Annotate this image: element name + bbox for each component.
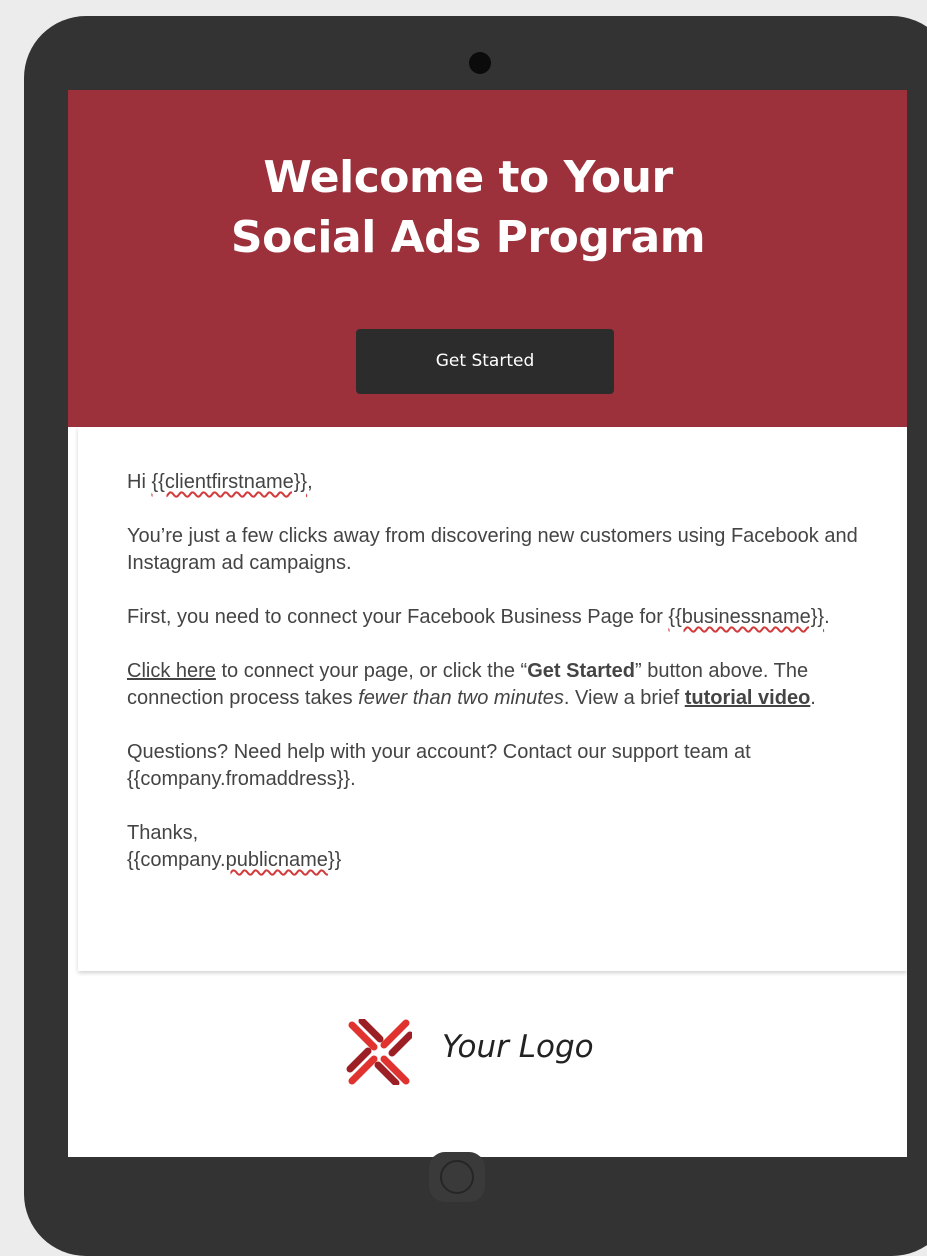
support-paragraph: Questions? Need help with your account? … (127, 741, 751, 790)
signoff: Thanks, {{company.publicname}} (127, 822, 342, 871)
tablet-frame: Welcome to Your Social Ads Program Get S… (24, 16, 927, 1256)
company-public-name-variable: publicname (225, 849, 328, 871)
click-here-link[interactable]: Click here (127, 660, 216, 682)
instructions-paragraph: Click here to connect your page, or clic… (127, 660, 816, 709)
home-ring-icon (440, 1160, 474, 1194)
email-screen: Welcome to Your Social Ads Program Get S… (68, 90, 907, 1157)
email-body: Hi {{clientfirstname}}, You’re just a fe… (127, 469, 867, 901)
hero-title: Welcome to Your Social Ads Program (68, 148, 868, 268)
logo-text: Your Logo (442, 1029, 594, 1065)
tutorial-video-link[interactable]: tutorial video (685, 687, 811, 709)
cross-x-logo-icon (346, 1019, 412, 1085)
get-started-button[interactable]: Get Started (356, 329, 614, 394)
email-body-card: Hi {{clientfirstname}}, You’re just a fe… (78, 427, 907, 971)
client-first-name-variable: {{clientfirstname}} (151, 471, 308, 493)
camera-icon (469, 52, 491, 74)
greeting: Hi {{clientfirstname}}, (127, 471, 313, 493)
home-button[interactable] (429, 1152, 485, 1202)
connect-paragraph: First, you need to connect your Facebook… (127, 606, 830, 628)
footer-logo: Your Logo (346, 1015, 646, 1089)
hero-title-line-2: Social Ads Program (230, 212, 706, 263)
intro-paragraph: You’re just a few clicks away from disco… (127, 525, 858, 574)
hero-title-line-1: Welcome to Your (263, 152, 673, 203)
hero-banner: Welcome to Your Social Ads Program Get S… (68, 90, 907, 427)
business-name-variable: {{businessname}} (668, 606, 825, 628)
